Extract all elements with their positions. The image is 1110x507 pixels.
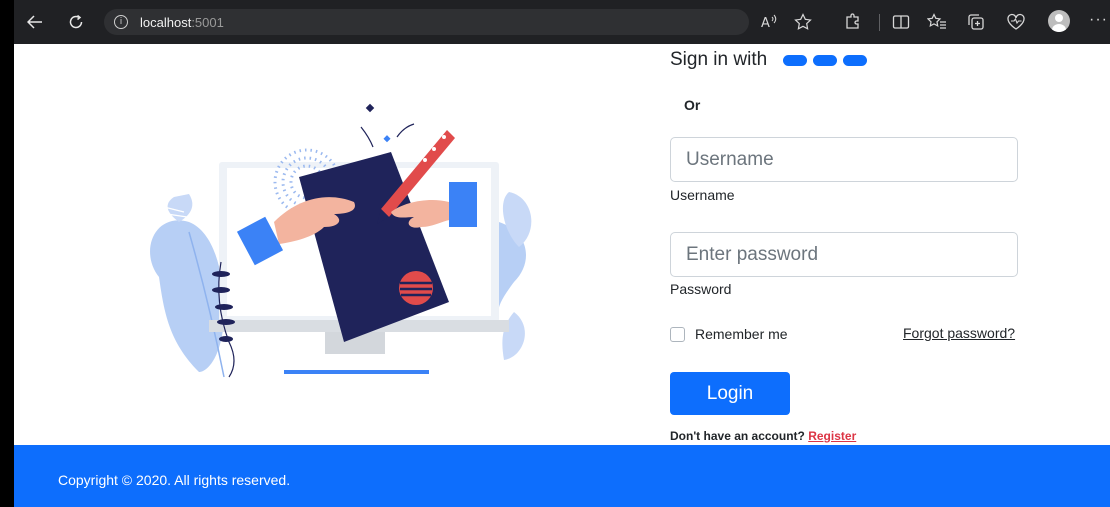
- or-divider-label: Or: [684, 97, 701, 113]
- split-screen-icon[interactable]: [890, 11, 912, 33]
- remember-me-row: Remember me: [670, 326, 788, 342]
- register-link[interactable]: Register: [808, 429, 856, 443]
- favorites-icon[interactable]: [926, 11, 948, 33]
- browser-toolbar: i localhost:5001 A ···: [14, 0, 1110, 44]
- browser-window: i localhost:5001 A ··· Sign in with Or …: [14, 0, 1110, 507]
- register-row: Don't have an account? Register: [670, 429, 856, 443]
- signin-with-label: Sign in with: [670, 49, 768, 70]
- left-leaf-shape: [150, 220, 225, 378]
- left-fern-shape: [163, 194, 193, 222]
- decorative-accents: [360, 103, 415, 148]
- username-label: Username: [670, 187, 735, 203]
- social-button-1[interactable]: [783, 54, 808, 66]
- more-options-icon[interactable]: ···: [1089, 11, 1108, 29]
- no-account-text: Don't have an account?: [670, 429, 809, 443]
- password-label: Password: [670, 281, 732, 297]
- back-arrow-icon[interactable]: [23, 10, 47, 34]
- extensions-icon[interactable]: [842, 11, 864, 33]
- browser-essentials-icon[interactable]: [1005, 11, 1027, 33]
- svg-text:A: A: [761, 16, 770, 30]
- username-input[interactable]: [670, 137, 1018, 182]
- remember-me-label[interactable]: Remember me: [695, 326, 788, 342]
- forgot-password-link[interactable]: Forgot password?: [903, 325, 1015, 341]
- refresh-icon[interactable]: [64, 10, 88, 34]
- copyright-text: Copyright © 2020. All rights reserved.: [58, 472, 291, 488]
- social-button-3[interactable]: [843, 54, 868, 66]
- toolbar-separator: [879, 14, 880, 31]
- collections-icon[interactable]: [965, 11, 987, 33]
- address-bar[interactable]: i localhost:5001: [104, 9, 749, 35]
- social-signin-row: Sign in with: [670, 49, 868, 71]
- social-buttons: [783, 54, 868, 66]
- favorite-star-icon[interactable]: [792, 11, 814, 33]
- address-port: :5001: [191, 14, 224, 30]
- footer: Copyright © 2020. All rights reserved.: [14, 445, 1110, 507]
- login-page: Sign in with Or Username Password Rememb…: [14, 44, 1110, 507]
- profile-avatar-icon[interactable]: [1048, 10, 1070, 32]
- read-aloud-icon[interactable]: A: [758, 11, 780, 33]
- login-illustration: [150, 103, 532, 378]
- remember-me-checkbox[interactable]: [670, 326, 685, 342]
- password-input[interactable]: [670, 232, 1018, 277]
- social-button-2[interactable]: [813, 54, 838, 66]
- login-button[interactable]: Login: [670, 372, 790, 415]
- address-host: localhost: [140, 14, 192, 30]
- info-icon[interactable]: i: [114, 15, 128, 29]
